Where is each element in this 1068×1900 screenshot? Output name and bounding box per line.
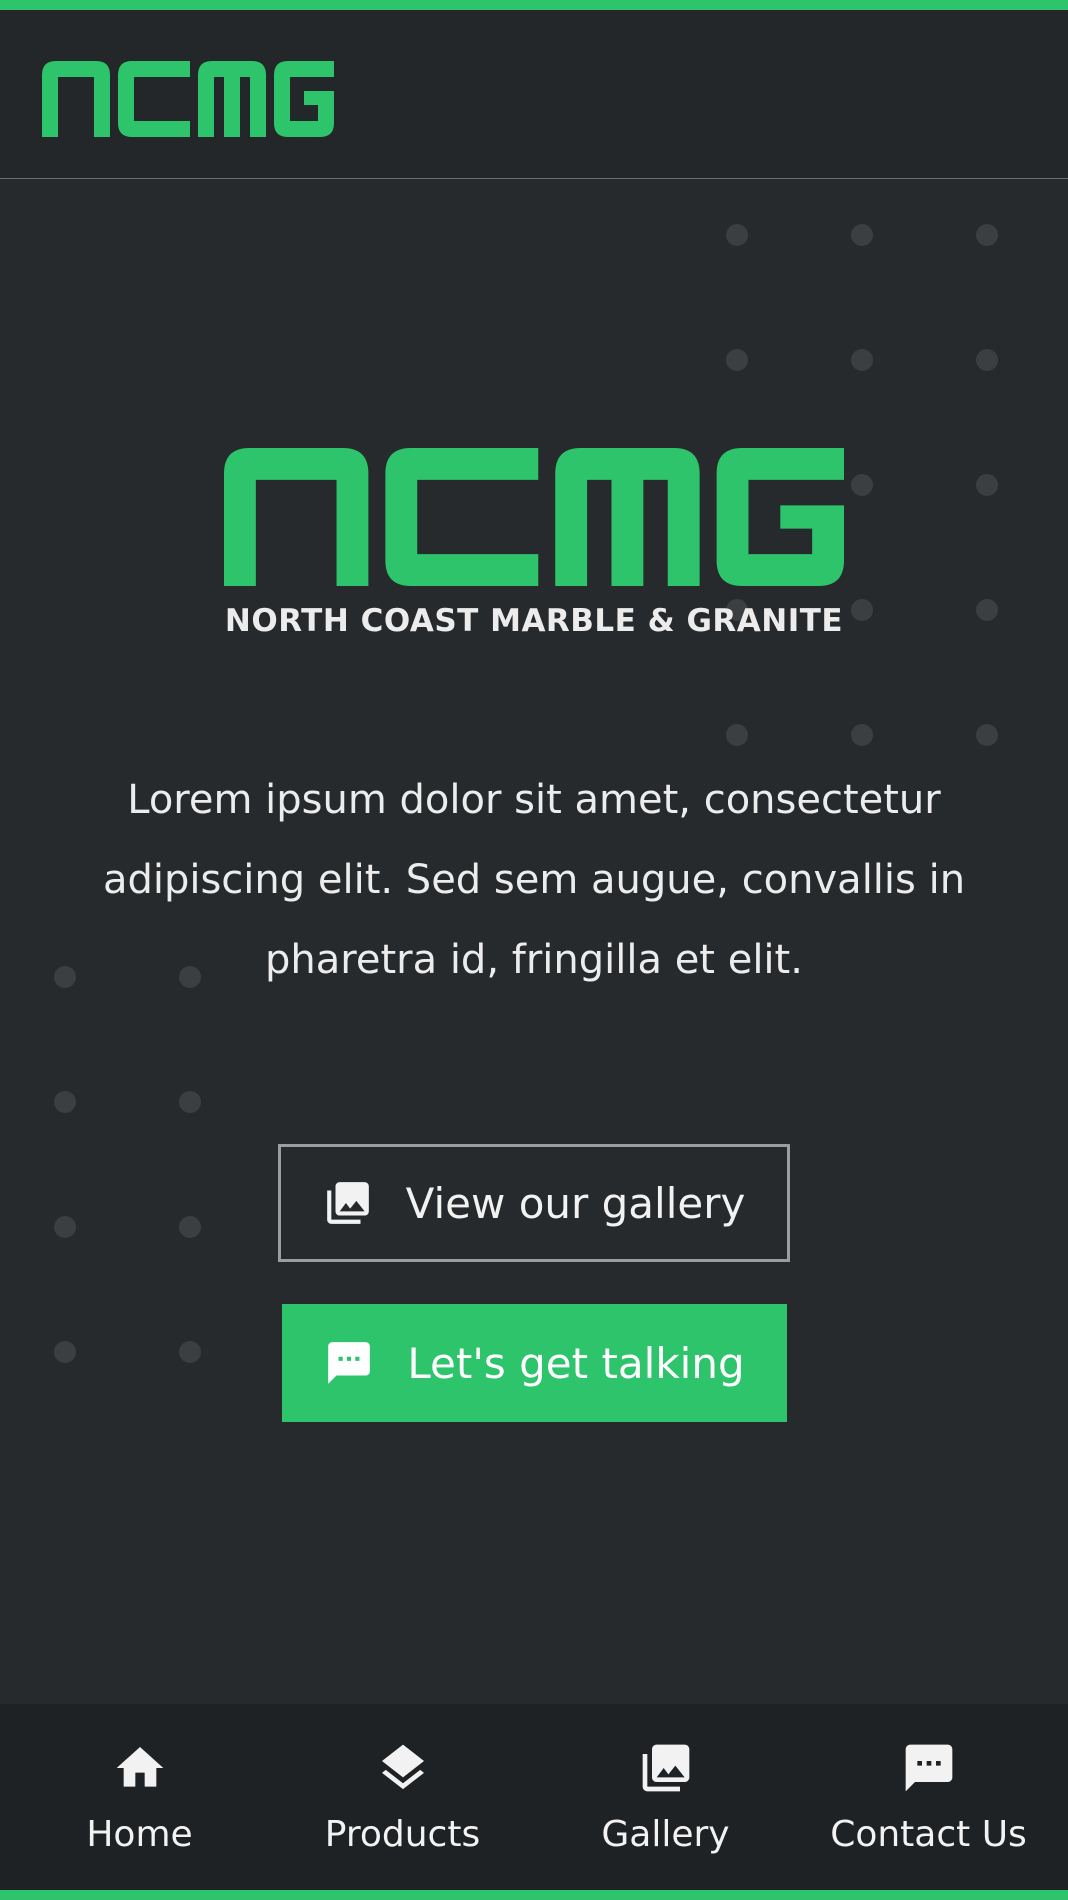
page: NORTH COAST MARBLE & GRANITE Lorem ipsum… [0,0,1068,1900]
bottom-accent-bar [0,1890,1068,1900]
nav-item-label: Gallery [601,1814,730,1855]
get-talking-button[interactable]: Let's get talking [282,1304,787,1422]
nav-item-gallery[interactable]: Gallery [532,1704,799,1890]
site-header [0,10,1068,179]
gallery-icon [638,1740,694,1796]
brand-tagline: NORTH COAST MARBLE & GRANITE [224,603,844,639]
view-gallery-label: View our gallery [405,1178,746,1228]
nav-item-products[interactable]: Products [269,1704,536,1890]
get-talking-label: Let's get talking [407,1338,745,1388]
hero-logo-mark [224,448,844,586]
nav-item-contact-us[interactable]: Contact Us [795,1704,1062,1890]
bottom-nav: Home Products Gallery Contact Us [0,1704,1068,1890]
layers-icon [375,1740,431,1796]
header-logo-mark [42,61,334,137]
nav-item-label: Contact Us [830,1814,1027,1855]
chat-icon [324,1338,374,1388]
hero-description: Lorem ipsum dolor sit amet, consectetur … [102,777,966,983]
view-gallery-button[interactable]: View our gallery [278,1144,790,1262]
home-icon [112,1740,168,1796]
header-logo[interactable] [42,61,334,137]
gallery-icon [323,1178,373,1228]
nav-item-home[interactable]: Home [6,1704,273,1890]
top-accent-bar [0,0,1068,10]
dot-pattern-bottom-left [54,966,214,1376]
chat-icon [901,1740,957,1796]
nav-item-label: Home [86,1814,193,1855]
nav-item-label: Products [324,1814,481,1855]
